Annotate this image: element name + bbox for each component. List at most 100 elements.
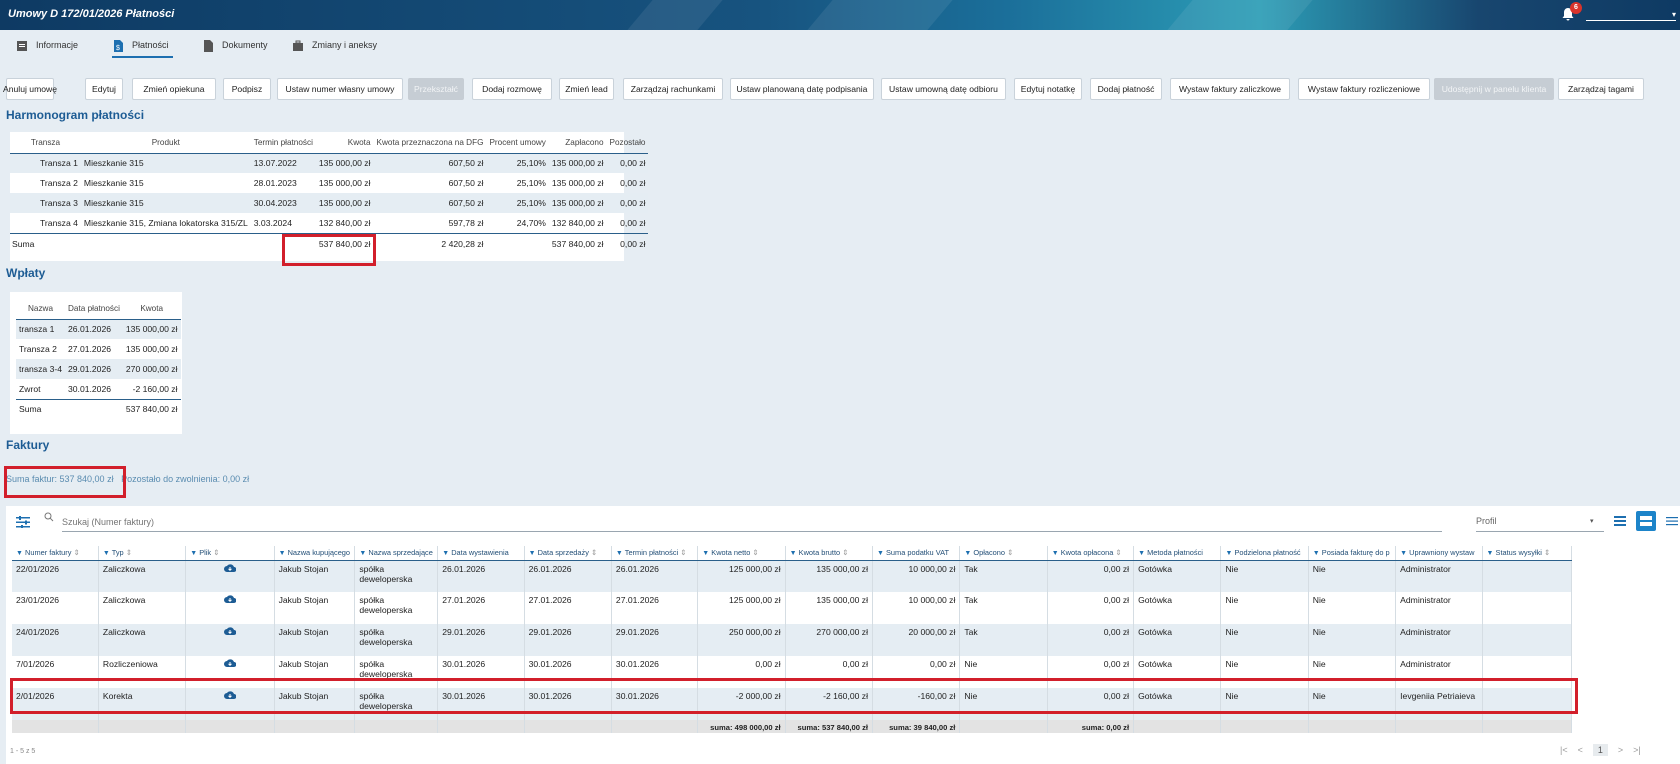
column-header-termin-platnosci[interactable]: ▼ Termin płatności ⇕ [611,546,699,561]
table-cell: 25,10% [486,153,549,173]
current-page[interactable]: 1 [1592,744,1608,756]
sum-row: Suma 537 840,00 zł [16,399,181,419]
table-cell [611,720,699,733]
tab-zmiany-i-aneksy[interactable]: Zmiany i aneksy [292,40,377,60]
table-cell [185,624,275,656]
svg-text:$: $ [116,45,120,52]
edit-button[interactable]: Edytuj [85,78,123,100]
column-header-uprawniony[interactable]: ▼ Uprawniony wystaw [1395,546,1483,561]
table-cell [437,720,525,733]
issue-settlement-invoices-button[interactable]: Wystaw faktury rozliczeniowe [1298,78,1430,100]
column-header-typ[interactable]: ▼ Typ ⇕ [98,546,187,561]
user-field[interactable] [1586,20,1676,21]
cancel-contract-button[interactable]: Anuluj umowę [3,78,57,100]
column-header-posiada-fakture[interactable]: ▼ Posiada fakturę do p [1308,546,1397,561]
cloud-download-icon[interactable] [223,659,237,668]
filter-sliders-icon[interactable] [16,516,30,528]
set-receipt-date-button[interactable]: Ustaw umowną datę odbioru [881,78,1006,100]
column-header-kwota-netto[interactable]: ▼ Kwota netto ⇕ [697,546,786,561]
edit-note-button[interactable]: Edytuj notatkę [1014,78,1082,100]
list-compact-icon [1614,516,1626,526]
column-header-kwota-brutto[interactable]: ▼ Kwota brutto ⇕ [785,546,874,561]
manage-accounts-button[interactable]: Zarządzaj rachunkami [623,78,723,100]
table-row: transza 3-4 29.01.2026 270 000,00 zł [16,359,181,379]
view-compact-button[interactable] [1610,511,1630,531]
action-toolbar: Anuluj umowę Edytuj Zmień opiekuna Podpi… [0,78,1680,100]
view-default-button[interactable] [1636,511,1656,531]
next-page-icon[interactable]: > [1618,745,1623,755]
last-page-icon[interactable]: >| [1633,745,1641,755]
change-lead-button[interactable]: Zmień lead [559,78,614,100]
table-cell: Mieszkanie 315, Zmiana lokatorska 315/ZL [80,213,251,234]
pagination: |< < 1 > >| [1560,744,1641,756]
cloud-download-icon[interactable] [223,627,237,636]
column-header-kwota-oplacona[interactable]: ▼ Kwota opłacona ⇕ [1047,546,1135,561]
table-row[interactable]: 23/01/2026 Zaliczkowa Jakub Stojan spółk… [12,592,1573,624]
title-bar-decoration [807,0,953,30]
table-cell: 27.01.2026 [611,592,699,624]
tab-label: Informacje [36,40,79,50]
view-comfortable-button[interactable] [1662,511,1680,531]
table-header-row: Transza Produkt Termin płatności Kwota K… [10,132,649,154]
tab-dokumenty[interactable]: Dokumenty [202,40,268,60]
change-manager-button[interactable]: Zmień opiekuna [132,78,216,100]
table-cell: 270 000,00 zł [785,624,874,656]
manage-tags-button[interactable]: Zarządzaj tagami [1558,78,1644,100]
first-page-icon[interactable]: |< [1560,745,1568,755]
table-cell [1482,592,1573,624]
sum-pozostalo: 0,00 zł [620,238,646,249]
add-payment-button[interactable]: Dodaj płatność [1090,78,1162,100]
column-header-podzielona-platnosc[interactable]: ▼ Podzielona płatność [1220,546,1309,561]
set-planned-signing-date-button[interactable]: Ustaw planowaną datę podpisania [730,78,874,100]
column-header-nazwa-sprzedajacego[interactable]: ▼ Nazwa sprzedające [354,546,439,561]
tab-platnosci[interactable]: $ Płatności [112,40,173,60]
column-header-data-wystawienia[interactable]: ▼ Data wystawienia [437,546,525,561]
chevron-down-icon[interactable]: ▾ [1672,10,1676,19]
previous-page-icon[interactable]: < [1578,745,1583,755]
table-cell: 24,70% [486,213,549,234]
cloud-download-icon[interactable] [223,563,237,573]
table-cell: Mieszkanie 315 [80,193,251,213]
table-cell: Nie [1308,560,1397,592]
table-cell: 135 000,00 zł [551,178,604,188]
column-header-numer-faktury[interactable]: ▼ Numer faktury ⇕ [12,546,99,561]
transform-button: Przekształć [408,78,464,100]
column-header-data-sprzedazy[interactable]: ▼ Data sprzedaży ⇕ [524,546,612,561]
table-cell: 25,10% [516,178,546,188]
column-header-nazwa-kupujacego[interactable]: ▼ Nazwa kupującego [274,546,356,561]
table-cell: Administrator [1395,560,1483,592]
table-cell: 28.01.2023 [253,178,297,188]
table-row: Transza 1 Mieszkanie 315 13.07.2022 135 … [10,153,649,173]
table-cell: 27.01.2026 [437,592,525,624]
cloud-download-icon[interactable] [223,595,237,604]
sum-row: suma: 498 000,00 zł suma: 537 840,00 zł … [12,720,1573,733]
add-conversation-button[interactable]: Dodaj rozmowę [472,78,552,100]
search-icon [44,512,54,522]
table-cell: Gotówka [1133,624,1222,656]
tab-informacje[interactable]: Informacje [16,40,78,60]
table-row: Transza 4 Mieszkanie 315, Zmiana lokator… [10,213,649,234]
table-cell: Transza 4 [10,213,81,234]
profile-select[interactable]: Profil [1476,512,1604,532]
column-header-oplacono[interactable]: ▼ Opłacono ⇕ [959,546,1048,561]
list-default-icon [1640,516,1652,526]
column-header-metoda-platnosci[interactable]: ▼ Metoda płatności [1133,546,1222,561]
column-header-suma-vat[interactable]: ▼ Suma podatku VAT [872,546,961,561]
table-cell [185,592,275,624]
issue-advance-invoices-button[interactable]: Wystaw faktury zaliczkowe [1170,78,1290,100]
table-cell: Jakub Stojan [274,624,356,656]
column-header-status-wysylki[interactable]: ▼ Status wysyłki ⇕ [1482,546,1573,561]
sum-label: Suma [12,238,35,249]
set-own-number-button[interactable]: Ustaw numer własny umowy [277,78,403,100]
table-cell: spółka deweloperska [354,624,439,656]
table-row: Transza 2 Mieszkanie 315 28.01.2023 135 … [10,173,648,193]
chevron-down-icon[interactable]: ▾ [1590,517,1594,525]
table-cell: 607,50 zł [373,153,487,173]
table-cell: spółka deweloperska [354,560,439,592]
table-row[interactable]: 24/01/2026 Zaliczkowa Jakub Stojan spółk… [12,624,1573,656]
table-row[interactable]: 22/01/2026 Zaliczkowa Jakub Stojan spółk… [12,560,1573,592]
column-header-plik[interactable]: ▼ Plik ⇕ [185,546,275,561]
sign-button[interactable]: Podpisz [223,78,271,100]
table-cell: 135 000,00 zł [125,344,178,354]
search-input[interactable] [62,512,1442,532]
